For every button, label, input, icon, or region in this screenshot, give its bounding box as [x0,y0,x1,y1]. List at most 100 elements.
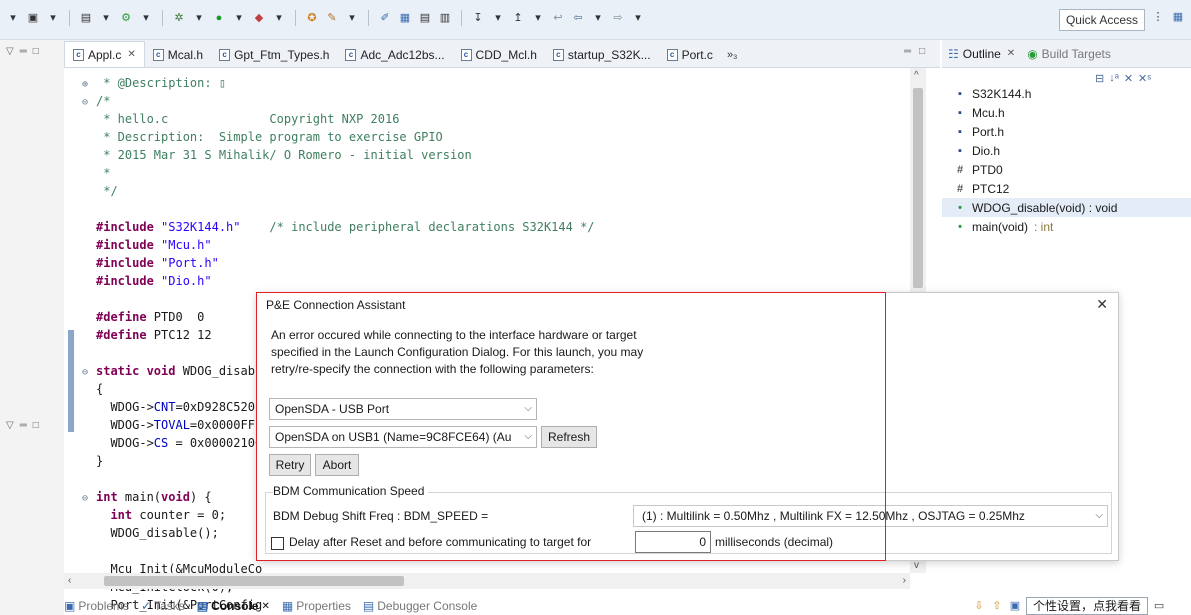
show-whitespace-icon[interactable]: ▤ [418,11,432,25]
scroll-down-icon[interactable]: v [914,560,919,571]
port-select[interactable]: OpenSDA on USB1 (Name=9C8FCE64) (Au ⌵ [269,426,537,448]
scroll-left-icon[interactable]: ‹ [68,575,71,586]
new-file-icon[interactable]: ▤ [79,11,93,25]
tab-label: Properties [296,599,351,613]
dropdown-icon[interactable]: ▾ [491,11,505,25]
outline-item[interactable]: ▪ S32K144.h [942,84,1191,103]
minimize-icon[interactable]: ▽ [6,46,14,57]
debug-icon[interactable]: ✲ [172,11,186,25]
dropdown-icon[interactable]: ▾ [591,11,605,25]
new-project-icon[interactable]: ▣ [26,11,40,25]
external-tools-icon[interactable]: ◆ [252,11,266,25]
tab-editor-file[interactable]: c Port.c [659,43,721,67]
tab-editor-file[interactable]: c startup_S32K... [545,43,659,67]
perspective-icon[interactable]: ▦ [1171,10,1185,24]
tab-bottom-view[interactable]: ▣ Problems [64,599,129,613]
delay-checkbox[interactable] [271,537,284,550]
interface-select[interactable]: OpenSDA - USB Port ⌵ [269,398,537,420]
abort-button[interactable]: Abort [315,454,359,476]
dropdown-icon[interactable]: ▾ [6,11,20,25]
forward-icon[interactable]: ⇨ [611,11,625,25]
dropdown-icon[interactable]: ▾ [99,11,113,25]
outline-item[interactable]: • main(void) : int [942,217,1191,236]
tab-outline[interactable]: ☷ Outline ✕ [948,47,1015,61]
prev-annotation-icon[interactable]: ↥ [511,11,525,25]
editor-horizontal-scrollbar[interactable]: ‹ › [64,573,910,589]
outline-item[interactable]: • WDOG_disable(void) : void [942,198,1191,217]
chevron-down-icon: ⌵ [524,403,532,414]
tab-label: Port.c [681,48,713,62]
code-token: /* include peripheral declarations S32K1… [240,220,595,234]
code-token: WDOG-> [96,436,154,450]
refresh-button[interactable]: Refresh [541,426,597,448]
tab-editor-file[interactable]: c Appl.c ✕ [64,41,145,67]
close-icon[interactable]: ✕ [1096,296,1108,313]
scroll-thumb[interactable] [913,88,923,288]
tab-editor-file[interactable]: c Gpt_Ftm_Types.h [211,43,337,67]
outline-item-label: S32K144.h [972,86,1032,101]
tab-bottom-view[interactable]: ✓ Tasks [141,599,185,613]
minimize-icon[interactable]: ═ [904,46,911,57]
build-icon[interactable]: ⚙ [119,11,133,25]
back-icon[interactable]: ⇦ [571,11,585,25]
dropdown-icon[interactable]: ▾ [345,11,359,25]
retry-button[interactable]: Retry [269,454,311,476]
code-line: WDOG->TOVAL=0x0000FFF [82,416,262,434]
tab-bottom-view[interactable]: ▦ Properties [282,599,351,613]
highlight-icon[interactable]: ✐ [378,11,392,25]
code-line: #include "Mcu.h" [82,236,212,254]
last-edit-icon[interactable]: ↩ [551,11,565,25]
dropdown-icon[interactable]: ▾ [192,11,206,25]
collapse-icon[interactable]: ═ [20,420,27,431]
maximize-icon[interactable]: □ [33,420,39,431]
close-icon[interactable]: ✕ [127,49,135,60]
tab-bottom-view[interactable]: ▤ Console ✕ [197,599,270,613]
tab-editor-file[interactable]: c CDD_Mcl.h [453,43,545,67]
dropdown-icon[interactable]: ▾ [46,11,60,25]
outline-item-label: PTC12 [972,181,1010,196]
quick-access-input[interactable]: Quick Access [1058,9,1145,31]
block-select-icon[interactable]: ▥ [438,11,452,25]
code-token: * @Description: ▯ [96,76,227,90]
dropdown-icon[interactable]: ▾ [139,11,153,25]
tab-editor-file[interactable]: c Adc_Adc12bs... [337,43,452,67]
delay-input[interactable]: 0 [635,531,711,553]
dropdown-icon[interactable]: ▾ [531,11,545,25]
delay-label: Delay after Reset and before communicati… [289,535,592,549]
editor-tab-bar: c Appl.c ✕ c Mcal.h c Gpt_Ftm_Types.h c Adc_Adc1… [64,40,940,68]
scroll-up-icon[interactable]: ^ [914,70,919,81]
maximize-icon[interactable]: □ [919,46,925,57]
outline-item[interactable]: # PTC12 [942,179,1191,198]
scroll-right-icon[interactable]: › [903,575,906,586]
tabs-overflow-button[interactable]: »₃ [721,49,742,67]
open-view-icon[interactable]: ▭ [1152,599,1166,613]
close-icon[interactable]: ✕ [261,601,269,612]
tray-banner[interactable]: 个性设置，点我看看 [1026,597,1149,615]
collapse-icon[interactable]: ═ [20,46,27,57]
upload-icon[interactable]: ⇧ [990,599,1004,613]
tab-editor-file[interactable]: c Mcal.h [145,43,211,67]
code-line: { [82,380,103,398]
run-icon[interactable]: ● [212,11,226,25]
open-type-icon[interactable]: ✪ [305,11,319,25]
bdm-speed-select[interactable]: (1) : Multilink = 0.50Mhz , Multilink FX… [633,505,1108,527]
close-icon[interactable]: ✕ [1007,48,1015,59]
toolbar-separator [461,10,462,26]
outline-item[interactable]: ▪ Dio.h [942,141,1191,160]
scroll-thumb[interactable] [104,576,404,586]
dropdown-icon[interactable]: ▾ [232,11,246,25]
outline-item[interactable]: # PTD0 [942,160,1191,179]
download-icon[interactable]: ⇩ [972,599,986,613]
toggle-mark-icon[interactable]: ▦ [398,11,412,25]
outline-item[interactable]: ▪ Mcu.h [942,103,1191,122]
minimize-icon[interactable]: ▽ [6,420,14,431]
next-annotation-icon[interactable]: ↧ [471,11,485,25]
dropdown-icon[interactable]: ▾ [272,11,286,25]
view-icon[interactable]: ▣ [1008,599,1022,613]
pen-icon[interactable]: ✎ [325,11,339,25]
outline-item[interactable]: ▪ Port.h [942,122,1191,141]
tab-build-targets[interactable]: ◉ Build Targets [1027,47,1111,61]
maximize-icon[interactable]: □ [33,46,39,57]
tab-bottom-view[interactable]: ▤ Debugger Console [363,599,477,613]
dropdown-icon[interactable]: ▾ [631,11,645,25]
